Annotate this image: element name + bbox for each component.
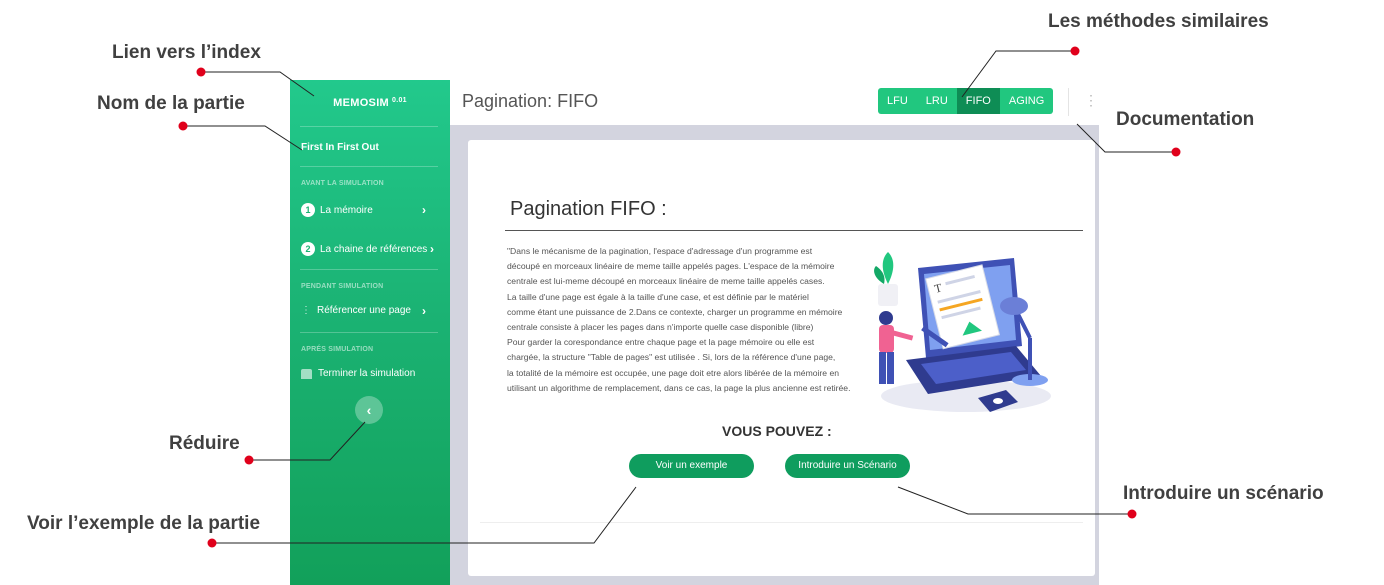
annotation-dot <box>244 455 254 465</box>
annotation-dot <box>1171 147 1181 157</box>
annotation-dot <box>178 121 188 131</box>
annotation-leader-lines <box>178 46 1181 548</box>
annotation-dot <box>196 67 206 77</box>
annotation-dot <box>1070 46 1080 56</box>
annotation-dot <box>207 538 217 548</box>
annotation-dot <box>1127 509 1137 519</box>
